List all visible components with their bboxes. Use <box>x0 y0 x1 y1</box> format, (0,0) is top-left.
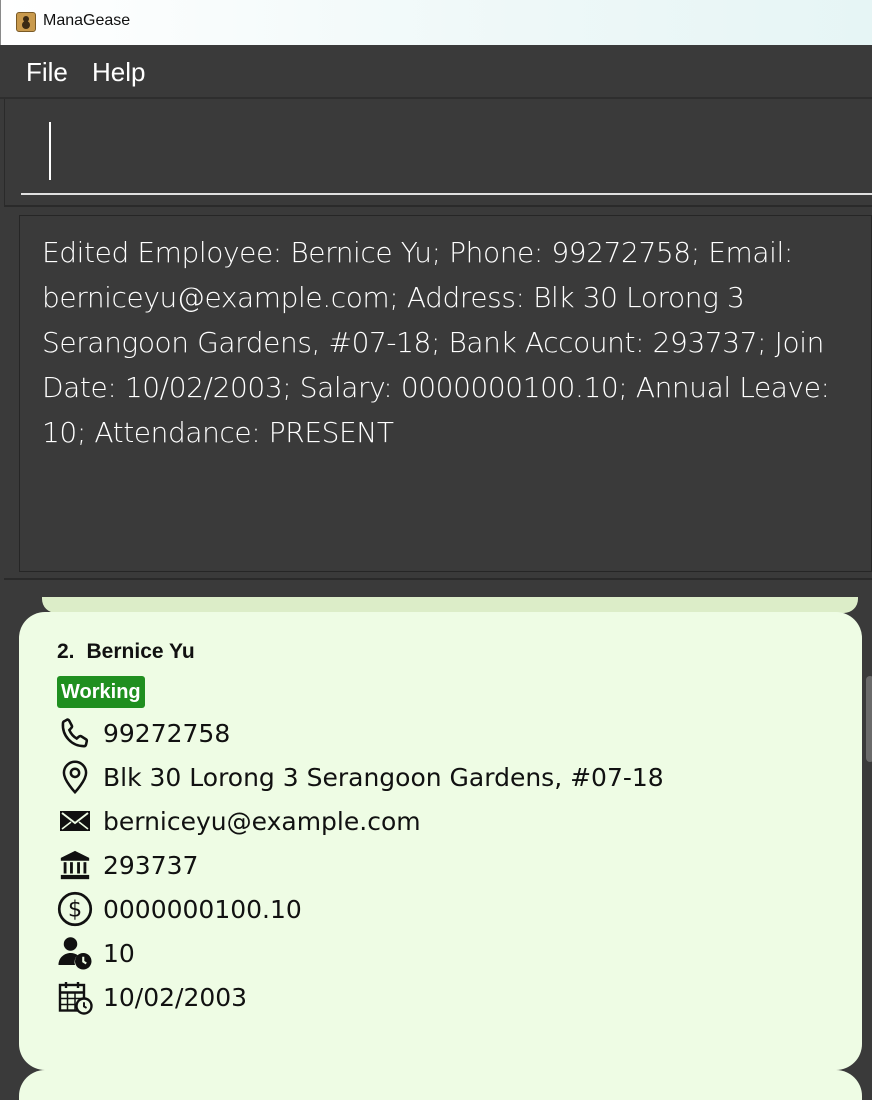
window-title: ManaGease <box>43 12 131 29</box>
previous-card-edge[interactable] <box>42 597 858 613</box>
employee-index: 2. <box>57 640 75 663</box>
command-input[interactable] <box>21 117 872 195</box>
menu-file[interactable]: File <box>26 57 68 88</box>
email-value: berniceyu@example.com <box>103 806 421 836</box>
next-card-edge[interactable] <box>19 1070 862 1100</box>
location-pin-icon <box>57 759 93 795</box>
address-row: Blk 30 Lorong 3 Serangoon Gardens, #07-1… <box>57 757 664 797</box>
employee-name: Bernice Yu <box>86 640 195 663</box>
result-display[interactable]: Edited Employee: Bernice Yu; Phone: 9927… <box>19 215 872 572</box>
bank-row: 293737 <box>57 845 198 885</box>
phone-row: 99272758 <box>57 713 230 753</box>
command-box <box>4 99 872 205</box>
employee-card[interactable]: 2. Bernice Yu Working 99272758 Blk 30 Lor… <box>19 612 862 1070</box>
list-scrollbar[interactable] <box>866 676 872 762</box>
result-display-area: Edited Employee: Bernice Yu; Phone: 9927… <box>4 205 872 580</box>
envelope-icon <box>57 803 93 839</box>
title-bar: ManaGease <box>0 0 872 45</box>
status-badge: Working <box>57 676 145 708</box>
address-value: Blk 30 Lorong 3 Serangoon Gardens, #07-1… <box>103 762 664 792</box>
salary-row: $ 0000000100.10 <box>57 889 302 929</box>
annual-leave-value: 10 <box>103 938 135 968</box>
salary-value: 0000000100.10 <box>103 894 302 924</box>
employee-list[interactable]: 2. Bernice Yu Working 99272758 Blk 30 Lor… <box>4 580 872 1100</box>
bank-icon <box>57 847 93 883</box>
svg-text:$: $ <box>68 897 82 923</box>
phone-icon <box>57 715 93 751</box>
result-message: Edited Employee: Bernice Yu; Phone: 9927… <box>42 236 830 449</box>
annual-leave-row: 10 <box>57 933 135 973</box>
join-date-row: 10/02/2003 <box>57 977 247 1017</box>
calendar-clock-icon <box>57 979 93 1015</box>
bank-account-value: 293737 <box>103 850 199 880</box>
employee-name-line: 2. Bernice Yu <box>57 640 195 664</box>
menu-help[interactable]: Help <box>92 57 145 88</box>
person-clock-icon <box>57 935 93 971</box>
dollar-icon: $ <box>57 891 93 927</box>
join-date-value: 10/02/2003 <box>103 982 248 1012</box>
email-row: berniceyu@example.com <box>57 801 421 841</box>
menu-bar: File Help <box>0 45 872 99</box>
app-icon <box>16 12 36 32</box>
text-caret <box>49 122 51 180</box>
phone-value: 99272758 <box>103 718 231 748</box>
